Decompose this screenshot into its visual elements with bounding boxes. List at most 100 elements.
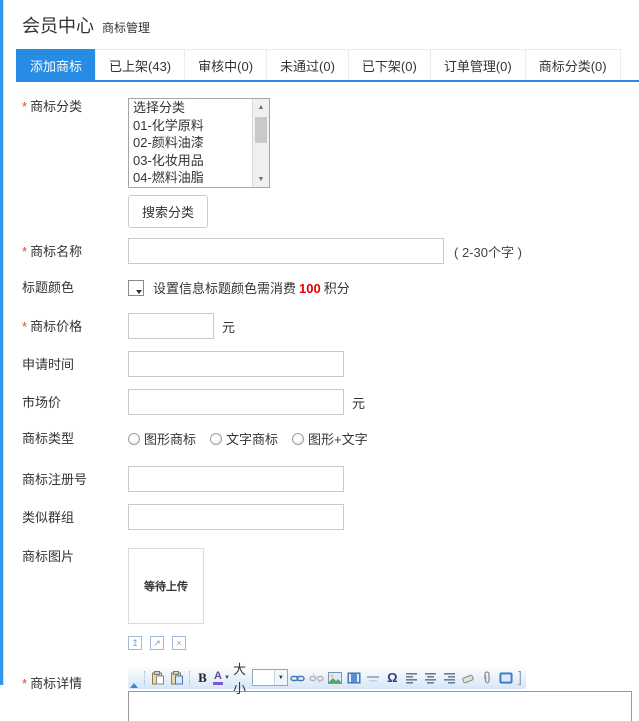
link-icon[interactable] [289,669,306,687]
upload-placeholder: 等待上传 [144,578,188,594]
font-size-label: 大小 [233,659,248,697]
rich-text-editor: B A▼ 大小 ▼ [128,666,632,721]
font-size-select[interactable]: ▼ [252,669,288,686]
field-row-image: 商标图片 等待上传 ↥ ↗ × [16,548,639,650]
toolbar-separator [144,671,145,685]
editor-content-area[interactable] [128,691,632,721]
trademark-name-input[interactable] [128,238,444,264]
align-right-icon[interactable] [441,669,458,687]
chevron-down-icon: ▼ [224,675,230,681]
category-label: *商标分类 [16,98,128,115]
paste-from-word-icon[interactable] [168,669,185,687]
breadcrumb: 商标管理 [102,19,150,36]
horizontal-rule-icon[interactable] [365,669,382,687]
upload-box[interactable]: 等待上传 [128,548,204,624]
search-category-button[interactable]: 搜索分类 [128,195,208,228]
type-label: 商标类型 [16,430,128,447]
market-price-label: 市场价 [16,394,128,411]
align-center-icon[interactable] [422,669,439,687]
tab-trademark-category[interactable]: 商标分类(0) [525,49,621,80]
radio-text-trademark[interactable]: 文字商标 [210,429,278,448]
title-color-note: 设置信息标题颜色需消费100积分 [153,278,350,297]
listbox-option[interactable]: 02-颜料油漆 [129,134,252,152]
name-length-hint: ( 2-30个字 ) [454,242,522,261]
tab-on-shelf[interactable]: 已上架(43) [95,49,185,80]
tab-not-passed[interactable]: 未通过(0) [266,49,349,80]
radio-icon[interactable] [292,433,304,445]
field-row-apply-time: 申请时间 [16,351,639,377]
required-mark: * [22,244,27,259]
editor-toolbar: B A▼ 大小 ▼ [128,666,526,689]
toolbar-separator [189,671,190,685]
scroll-thumb[interactable] [255,117,267,143]
listbox-option[interactable]: 04-燃料油脂 [129,169,252,187]
color-picker-swatch[interactable] [128,280,144,296]
listbox-option[interactable]: 03-化妆用品 [129,152,252,170]
field-row-category: *商标分类 选择分类 01-化学原料 02-颜料油漆 03-化妆用品 04-燃料… [16,98,639,228]
scroll-down-icon[interactable]: ▼ [253,171,269,187]
market-price-input[interactable] [128,389,344,415]
field-row-market-price: 市场价 元 [16,389,639,415]
similar-group-input[interactable] [128,504,344,530]
radio-graphic-text-trademark[interactable]: 图形+文字 [292,429,368,448]
radio-icon[interactable] [128,433,140,445]
trademark-price-input[interactable] [128,313,214,339]
media-icon[interactable] [346,669,363,687]
points-value: 100 [299,281,321,296]
page-title: 会员中心 [22,12,94,38]
listbox-option[interactable]: 选择分类 [129,99,252,117]
field-row-detail: *商标详情 B A▼ 大小 [16,666,639,721]
tab-in-review[interactable]: 审核中(0) [184,49,267,80]
name-label: *商标名称 [16,243,128,260]
field-row-type: 商标类型 图形商标 文字商标 图形+文字 [16,427,639,448]
special-char-icon[interactable]: Ω [384,669,401,687]
add-trademark-form: *商标分类 选择分类 01-化学原料 02-颜料油漆 03-化妆用品 04-燃料… [16,98,639,721]
category-listbox[interactable]: 选择分类 01-化学原料 02-颜料油漆 03-化妆用品 04-燃料油脂 05-… [128,98,270,188]
unlink-icon[interactable] [308,669,325,687]
page-header: 会员中心 商标管理 [22,12,639,38]
upload-actions: ↥ ↗ × [128,636,204,650]
required-mark: * [22,319,27,334]
toolbar-collapse-icon[interactable] [130,683,138,688]
field-row-price: *商标价格 元 [16,313,639,339]
listbox-option[interactable]: 05-医药卫生 [129,187,252,189]
image-label: 商标图片 [16,548,128,565]
price-label: *商标价格 [16,318,128,335]
paperclip-icon[interactable] [479,669,496,687]
required-mark: * [22,676,27,691]
tab-add-trademark[interactable]: 添加商标 [16,49,96,80]
apply-time-label: 申请时间 [16,356,128,373]
yuan-unit: 元 [222,317,235,336]
radio-icon[interactable] [210,433,222,445]
font-color-icon[interactable]: A▼ [213,669,230,687]
category-options: 选择分类 01-化学原料 02-颜料油漆 03-化妆用品 04-燃料油脂 05-… [129,99,252,188]
tab-off-shelf[interactable]: 已下架(0) [348,49,431,80]
listbox-option[interactable]: 01-化学原料 [129,117,252,135]
radio-graphic-trademark[interactable]: 图形商标 [128,429,196,448]
field-row-title-color: 标题颜色 设置信息标题颜色需消费100积分 [16,278,639,297]
field-row-similar-group: 类似群组 [16,504,639,530]
maximize-icon[interactable] [498,669,515,687]
yuan-unit: 元 [352,393,365,412]
reg-no-input[interactable] [128,466,344,492]
eraser-icon[interactable] [460,669,477,687]
open-preview-icon[interactable]: ↗ [150,636,164,650]
paste-icon[interactable] [149,669,166,687]
align-left-icon[interactable] [403,669,420,687]
apply-time-input[interactable] [128,351,344,377]
required-mark: * [22,99,27,114]
image-icon[interactable] [327,669,344,687]
upload-icon[interactable]: ↥ [128,636,142,650]
delete-icon[interactable]: × [172,636,186,650]
scroll-up-icon[interactable]: ▲ [253,99,269,115]
similar-group-label: 类似群组 [16,509,128,526]
page-left-divider [3,0,4,685]
tab-order-management[interactable]: 订单管理(0) [430,49,526,80]
toolbar-end-bracket: ] [518,669,522,686]
chevron-down-icon[interactable]: ▼ [274,670,287,685]
reg-no-label: 商标注册号 [16,471,128,488]
field-row-name: *商标名称 ( 2-30个字 ) [16,238,639,264]
listbox-scrollbar[interactable]: ▲ ▼ [252,99,269,187]
bold-button[interactable]: B [194,669,211,687]
title-color-label: 标题颜色 [16,279,128,296]
